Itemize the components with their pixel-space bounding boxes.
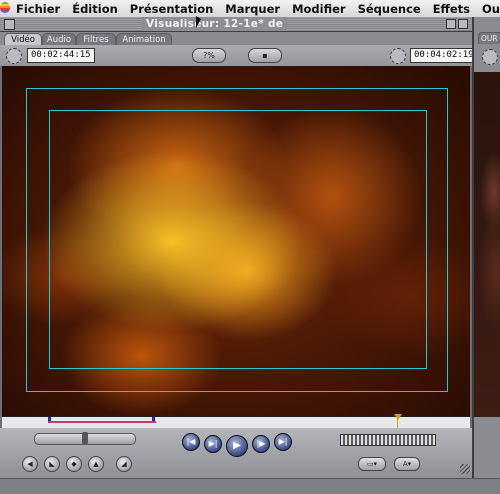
generator-popup[interactable]: ▭▾: [358, 457, 386, 471]
play-in-to-out-button[interactable]: ▶|: [204, 435, 222, 453]
canvas-tab[interactable]: OUR: [478, 32, 500, 44]
duration-timecode-field[interactable]: 00:02:44:15: [27, 48, 95, 63]
recent-clips-popup[interactable]: A▾: [394, 457, 420, 471]
video-frame[interactable]: [2, 66, 470, 416]
zoom-popup[interactable]: ?%: [192, 48, 226, 63]
playhead-icon[interactable]: [394, 414, 402, 420]
safe-title-overlay: [49, 110, 427, 369]
canvas-window[interactable]: OUR: [472, 17, 500, 478]
next-edit-button[interactable]: ▶|: [274, 433, 292, 451]
collapse-window-button[interactable]: [458, 19, 468, 29]
in-point-marker[interactable]: [48, 417, 51, 421]
match-frame-button[interactable]: ◀: [22, 456, 38, 472]
viewer-tabs: Vidéo Audio Filtres Animation: [0, 32, 472, 46]
jog-dial-icon[interactable]: [390, 48, 406, 64]
in-out-range: [48, 421, 156, 423]
zoom-window-button[interactable]: [446, 19, 456, 29]
out-point-marker[interactable]: [152, 417, 155, 421]
jog-wheel[interactable]: [340, 434, 436, 446]
shuttle-knob[interactable]: [82, 432, 88, 444]
mark-out-button[interactable]: ◢: [116, 456, 132, 472]
apple-icon: [0, 1, 10, 13]
apple-menu[interactable]: [0, 1, 10, 16]
canvas-video-frame[interactable]: [474, 72, 500, 417]
view-popup[interactable]: ▪: [248, 48, 282, 63]
shuttle-slider[interactable]: [34, 432, 136, 445]
close-window-button[interactable]: [4, 19, 15, 30]
add-marker-button[interactable]: ▲: [88, 456, 104, 472]
window-title: Visualiseur: 12-1e* de: [142, 17, 288, 31]
menu-bar: Fichier Édition Présentation Marquer Mod…: [0, 0, 500, 18]
play-button[interactable]: ▶: [226, 435, 248, 457]
menu-edition[interactable]: Édition: [66, 2, 124, 16]
current-timecode-field[interactable]: 00:04:02:19: [410, 48, 478, 63]
menu-marquer[interactable]: Marquer: [219, 2, 286, 16]
shuttle-dial-icon[interactable]: [6, 48, 22, 64]
viewer-controls: 00:02:44:15 ?% ▪ 00:04:02:19: [0, 45, 478, 66]
mouse-cursor-icon: [196, 16, 201, 28]
menu-effets[interactable]: Effets: [427, 2, 476, 16]
bottom-strip: [0, 478, 500, 494]
menu-fichier[interactable]: Fichier: [10, 2, 66, 16]
viewer-title-bar[interactable]: Visualiseur: 12-1e* de: [0, 17, 472, 32]
transport-panel: |◀ ▶| ▶ |▶ ▶| ◀ ◣ ◆ ▲ ◢ ▭▾ A▾: [0, 428, 472, 478]
add-keyframe-button[interactable]: ◆: [66, 456, 82, 472]
play-around-button[interactable]: |▶: [252, 435, 270, 453]
menu-outils[interactable]: Outils: [476, 2, 500, 16]
previous-edit-button[interactable]: |◀: [182, 433, 200, 451]
menu-sequence[interactable]: Séquence: [352, 2, 427, 16]
canvas-shuttle-icon[interactable]: [482, 49, 498, 65]
mark-in-button[interactable]: ◣: [44, 456, 60, 472]
menu-presentation[interactable]: Présentation: [124, 2, 220, 16]
menu-modifier[interactable]: Modifier: [286, 2, 352, 16]
resize-grip-icon[interactable]: [460, 464, 470, 474]
